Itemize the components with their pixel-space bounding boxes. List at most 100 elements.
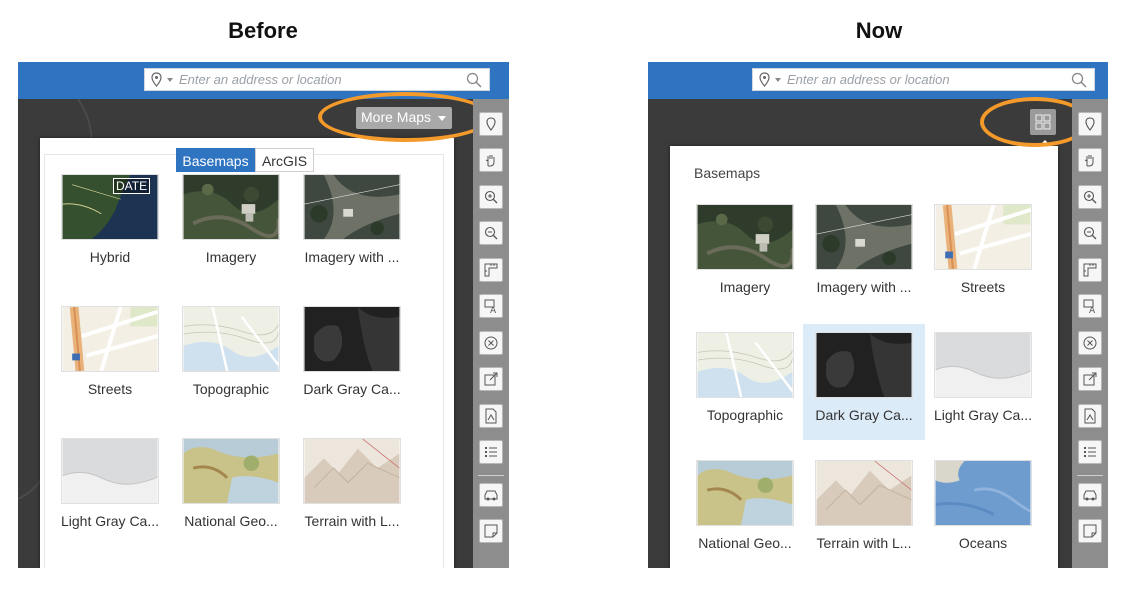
tool-button-label[interactable]: A: [1078, 294, 1102, 318]
label-icon: A: [484, 299, 497, 314]
basemap-thumbnail: [934, 332, 1032, 398]
tool-button-zoom-out[interactable]: [1078, 221, 1102, 245]
basemap-item-streets[interactable]: Streets: [922, 196, 1044, 312]
toolbar-separator: [1077, 475, 1103, 476]
basemap-item-imagery[interactable]: Imagery: [684, 196, 806, 312]
basemap-label: Topographic: [706, 407, 784, 423]
basemap-thumbnail: [182, 438, 280, 504]
basemap-label: National Geo...: [184, 513, 278, 529]
basemap-label: Light Gray Ca...: [60, 513, 160, 529]
basemap-thumbnail: [303, 438, 401, 504]
now-search-input[interactable]: Enter an address or location: [787, 72, 950, 87]
basemap-thumbnail: [696, 204, 794, 270]
tool-button-clear[interactable]: [1078, 331, 1102, 355]
basemap-label: Topographic: [192, 381, 270, 397]
tool-button-zoom-out[interactable]: [479, 221, 503, 245]
tool-button-legend[interactable]: [1078, 440, 1102, 464]
basemap-item-imagery[interactable]: Imagery: [170, 166, 292, 286]
tool-button-locate[interactable]: [479, 112, 503, 136]
now-app-window: Enter an address or location Basemaps Im…: [648, 62, 1108, 568]
basemap-item-light-gray-ca[interactable]: Light Gray Ca...: [49, 430, 171, 550]
search-icon[interactable]: [466, 72, 482, 88]
basemap-item-topographic[interactable]: Topographic: [684, 324, 806, 440]
basemap-thumbnail: [303, 306, 401, 372]
basemap-label: Imagery with ...: [816, 279, 912, 295]
legend-icon: [485, 447, 497, 457]
tool-button-zoom-in[interactable]: [1078, 185, 1102, 209]
location-pin-icon[interactable]: [759, 72, 770, 87]
note-icon: [484, 524, 498, 538]
basemap-item-imagery-with[interactable]: Imagery with ...: [291, 166, 413, 286]
chevron-down-icon[interactable]: [167, 78, 173, 82]
basemap-item-oceans[interactable]: Oceans: [922, 452, 1044, 568]
basemap-item-national-geo[interactable]: National Geo...: [684, 452, 806, 568]
chevron-down-icon[interactable]: [775, 78, 781, 82]
tool-button-print[interactable]: [479, 404, 503, 428]
tool-button-share[interactable]: [1078, 367, 1102, 391]
before-toolbar: A: [473, 99, 509, 568]
tool-button-print[interactable]: [1078, 404, 1102, 428]
basemap-thumbnail: [815, 204, 913, 270]
basemap-thumbnail: [934, 204, 1032, 270]
basemap-item-streets[interactable]: Streets: [49, 298, 171, 418]
basemap-thumbnail: [182, 174, 280, 240]
print-icon: [485, 408, 497, 424]
tool-button-legend[interactable]: [479, 440, 503, 464]
before-basemap-gallery: Basemaps ArcGIS DATE Hybrid Imagery Imagery…: [40, 138, 454, 568]
before-search-input[interactable]: Enter an address or location: [179, 72, 342, 87]
location-pin-icon[interactable]: [151, 72, 162, 87]
basemap-thumbnail: [815, 332, 913, 398]
share-icon: [484, 372, 498, 386]
basemap-thumbnail: [696, 332, 794, 398]
basemap-thumbnail: [182, 306, 280, 372]
title-before: Before: [228, 18, 298, 43]
tool-button-clear[interactable]: [479, 331, 503, 355]
tool-button-directions[interactable]: [479, 483, 503, 507]
basemap-label: Oceans: [958, 535, 1008, 551]
tool-button-share[interactable]: [479, 367, 503, 391]
tool-button-measure[interactable]: [479, 258, 503, 282]
zoom-in-icon: [1083, 190, 1097, 204]
basemap-item-dark-gray-ca[interactable]: Dark Gray Ca...: [803, 324, 925, 440]
tool-button-pan[interactable]: [1078, 148, 1102, 172]
tool-button-pan[interactable]: [479, 148, 503, 172]
tool-button-note[interactable]: [1078, 519, 1102, 543]
legend-icon: [1084, 447, 1096, 457]
before-app-window: Enter an address or location More Maps B…: [18, 62, 509, 568]
basemap-thumbnail: [61, 306, 159, 372]
basemap-label: Dark Gray Ca...: [815, 407, 913, 423]
tool-button-label[interactable]: A: [479, 294, 503, 318]
tool-button-measure[interactable]: [1078, 258, 1102, 282]
tool-button-zoom-in[interactable]: [479, 185, 503, 209]
before-search-box[interactable]: Enter an address or location: [144, 68, 490, 91]
svg-text:A: A: [490, 306, 497, 314]
search-icon[interactable]: [1071, 72, 1087, 88]
date-badge: DATE: [113, 178, 151, 194]
locate-icon: [1085, 117, 1095, 131]
basemap-label: Streets: [960, 279, 1006, 295]
basemap-label: Terrain with L...: [816, 535, 912, 551]
basemap-item-dark-gray-ca[interactable]: Dark Gray Ca...: [291, 298, 413, 418]
basemap-item-terrain-with-l[interactable]: Terrain with L...: [803, 452, 925, 568]
basemap-item-topographic[interactable]: Topographic: [170, 298, 292, 418]
basemap-item-imagery-with[interactable]: Imagery with ...: [803, 196, 925, 312]
basemap-item-light-gray-ca[interactable]: Light Gray Ca...: [922, 324, 1044, 440]
zoom-out-icon: [1083, 226, 1097, 240]
clear-icon: [1083, 336, 1097, 350]
highlight-ring: [318, 92, 492, 142]
toolbar-separator: [478, 475, 504, 476]
basemap-item-national-geo[interactable]: National Geo...: [170, 430, 292, 550]
zoom-out-icon: [484, 226, 498, 240]
tool-button-note[interactable]: [479, 519, 503, 543]
basemap-thumbnail: [61, 438, 159, 504]
tool-button-locate[interactable]: [1078, 112, 1102, 136]
now-search-box[interactable]: Enter an address or location: [752, 68, 1095, 91]
basemap-item-terrain-with-l[interactable]: Terrain with L...: [291, 430, 413, 550]
basemap-item-hybrid[interactable]: DATE Hybrid: [49, 166, 171, 286]
basemap-thumbnail: [303, 174, 401, 240]
measure-icon: [1083, 263, 1097, 277]
basemap-label: Hybrid: [89, 249, 131, 265]
note-icon: [1083, 524, 1097, 538]
tool-button-directions[interactable]: [1078, 483, 1102, 507]
section-label: Basemaps: [694, 165, 761, 181]
